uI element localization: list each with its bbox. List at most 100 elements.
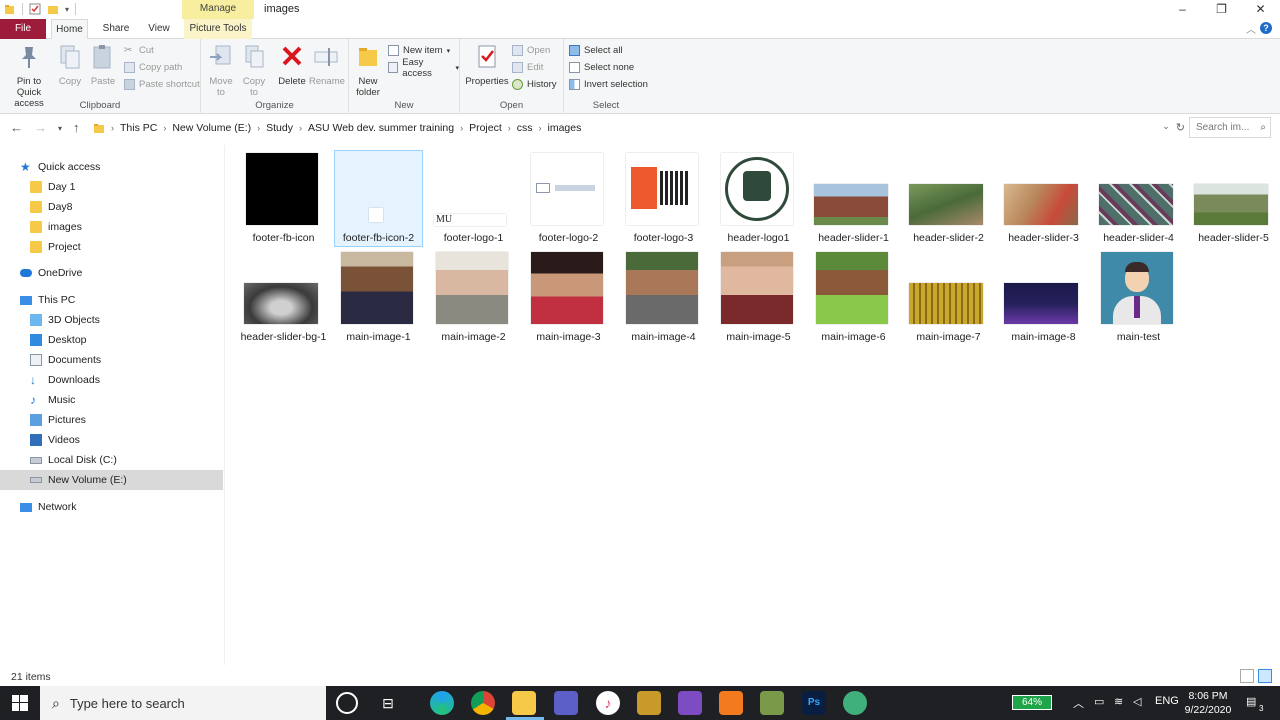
- nav-quick-access[interactable]: ★ Quick access: [0, 157, 223, 177]
- volume-icon[interactable]: ◁: [1133, 695, 1141, 708]
- battery-icon[interactable]: ▭: [1094, 695, 1104, 708]
- breadcrumb-project[interactable]: Project: [469, 122, 502, 134]
- forward-arrow-icon[interactable]: →: [34, 120, 47, 135]
- new-folder-icon[interactable]: [47, 3, 59, 15]
- nav-item-pictures[interactable]: Pictures: [0, 410, 223, 430]
- nav-item-videos[interactable]: Videos: [0, 430, 223, 450]
- wifi-icon[interactable]: ≋: [1114, 695, 1123, 708]
- breadcrumb-images[interactable]: images: [548, 122, 582, 134]
- nav-item-new-volume-e[interactable]: New Volume (E:): [0, 470, 223, 490]
- minimize-button[interactable]: –: [1163, 0, 1202, 19]
- breadcrumb-new-volume[interactable]: New Volume (E:): [172, 122, 251, 134]
- cortana-icon[interactable]: [336, 692, 358, 714]
- start-button[interactable]: [0, 686, 40, 720]
- pane-divider[interactable]: [224, 145, 225, 665]
- battery-indicator[interactable]: 64%: [1012, 695, 1052, 710]
- app-icon[interactable]: [843, 691, 867, 715]
- nav-label: Videos: [48, 434, 80, 446]
- breadcrumb-asu-web-dev[interactable]: ASU Web dev. summer training: [308, 122, 454, 134]
- nav-item-project[interactable]: Project: [0, 237, 223, 257]
- move-to-button[interactable]: Move to: [206, 43, 236, 98]
- paste-shortcut-button[interactable]: Paste shortcut: [124, 77, 200, 92]
- address-bar[interactable]: › This PC › New Volume (E:) › Study › ASU We…: [88, 117, 1186, 138]
- tab-picture-tools[interactable]: Picture Tools: [184, 19, 252, 39]
- copy-path-button[interactable]: Copy path: [124, 60, 182, 75]
- select-none-button[interactable]: Select none: [569, 60, 634, 75]
- nav-item-documents[interactable]: Documents: [0, 350, 223, 370]
- properties-label: Properties: [465, 76, 509, 87]
- app-icon[interactable]: [760, 691, 784, 715]
- search-input[interactable]: Search im... ⌕: [1189, 117, 1271, 138]
- customize-qat-icon[interactable]: ▾: [65, 5, 69, 14]
- nav-item-day8[interactable]: Day8: [0, 197, 223, 217]
- file-explorer-icon[interactable]: [512, 691, 536, 715]
- copy-button[interactable]: Copy: [56, 43, 84, 87]
- itunes-icon[interactable]: ♪: [596, 691, 620, 715]
- pin-icon: [22, 47, 36, 68]
- league-icon[interactable]: [637, 691, 661, 715]
- tab-home[interactable]: Home: [51, 19, 88, 40]
- file-name: header-slider-bg-1: [240, 331, 327, 343]
- breadcrumb-this-pc[interactable]: This PC: [120, 122, 157, 134]
- copy-to-button[interactable]: Copy to: [239, 43, 269, 98]
- nav-network[interactable]: Network: [0, 497, 223, 517]
- nav-item-local-disk-c[interactable]: Local Disk (C:): [0, 450, 223, 470]
- up-arrow-icon[interactable]: ↑: [73, 120, 80, 135]
- select-all-button[interactable]: Select all: [569, 43, 623, 58]
- properties-button[interactable]: Properties: [465, 43, 509, 87]
- properties-icon[interactable]: [29, 3, 41, 15]
- history-button[interactable]: History: [512, 77, 557, 92]
- breadcrumb-study[interactable]: Study: [266, 122, 293, 134]
- nav-label: New Volume (E:): [48, 474, 127, 486]
- task-view-icon[interactable]: ⊟: [376, 691, 400, 715]
- language-indicator[interactable]: ENG: [1155, 695, 1179, 707]
- nav-onedrive[interactable]: OneDrive: [0, 263, 223, 283]
- large-icons-view-icon[interactable]: [1258, 669, 1272, 683]
- nav-item-downloads[interactable]: ↓ Downloads: [0, 370, 223, 390]
- notification-icon[interactable]: ▤: [1246, 695, 1256, 708]
- tab-share[interactable]: Share: [98, 19, 134, 39]
- show-hidden-icons[interactable]: ︿: [1073, 695, 1084, 711]
- nav-item-3d-objects[interactable]: 3D Objects: [0, 310, 223, 330]
- delete-button[interactable]: Delete: [276, 43, 308, 87]
- rename-button[interactable]: Rename: [309, 43, 345, 87]
- new-group-label: New: [394, 100, 414, 111]
- close-button[interactable]: ✕: [1241, 0, 1280, 19]
- edge-icon[interactable]: [430, 691, 454, 715]
- manage-context-tab[interactable]: Manage: [182, 0, 254, 19]
- nav-item-music[interactable]: ♪ Music: [0, 390, 223, 410]
- invert-selection-button[interactable]: Invert selection: [569, 77, 648, 92]
- sublime-text-icon[interactable]: [719, 691, 743, 715]
- cut-button[interactable]: ✂ Cut: [124, 43, 154, 58]
- back-arrow-icon[interactable]: ←: [10, 120, 23, 135]
- nav-item-images[interactable]: images: [0, 217, 223, 237]
- teams-icon[interactable]: [554, 691, 578, 715]
- file-name: header-slider-3: [1008, 232, 1079, 244]
- restore-button[interactable]: ❐: [1202, 0, 1241, 19]
- refresh-icon[interactable]: ↻: [1176, 121, 1185, 134]
- help-icon[interactable]: ?: [1260, 22, 1272, 34]
- thumbnail: [244, 283, 318, 324]
- collapse-ribbon-icon[interactable]: ︿: [1246, 21, 1256, 36]
- cut-label: Cut: [139, 45, 154, 56]
- visual-studio-icon[interactable]: [678, 691, 702, 715]
- edit-button[interactable]: Edit: [512, 60, 543, 75]
- nav-item-desktop[interactable]: Desktop: [0, 330, 223, 350]
- tab-view[interactable]: View: [142, 19, 176, 39]
- chrome-icon[interactable]: [471, 691, 495, 715]
- paste-button[interactable]: Paste: [89, 43, 117, 87]
- folder-icon: [5, 5, 14, 14]
- details-view-icon[interactable]: [1240, 669, 1254, 683]
- taskbar-search-box[interactable]: ⌕ Type here to search: [40, 686, 326, 720]
- open-button[interactable]: Open: [512, 43, 550, 58]
- nav-this-pc[interactable]: This PC: [0, 290, 223, 310]
- tab-file[interactable]: File: [0, 19, 46, 39]
- recent-locations-icon[interactable]: ▾: [58, 124, 62, 133]
- clock[interactable]: 8:06 PM 9/22/2020: [1180, 689, 1236, 717]
- breadcrumb-css[interactable]: css: [517, 122, 533, 134]
- easy-access-button[interactable]: Easy access ▾: [388, 57, 459, 79]
- address-dropdown-icon[interactable]: ⌄: [1162, 121, 1170, 134]
- nav-item-day-1[interactable]: Day 1: [0, 177, 223, 197]
- photoshop-icon[interactable]: Ps: [802, 691, 826, 715]
- new-folder-button[interactable]: New folder: [353, 43, 383, 98]
